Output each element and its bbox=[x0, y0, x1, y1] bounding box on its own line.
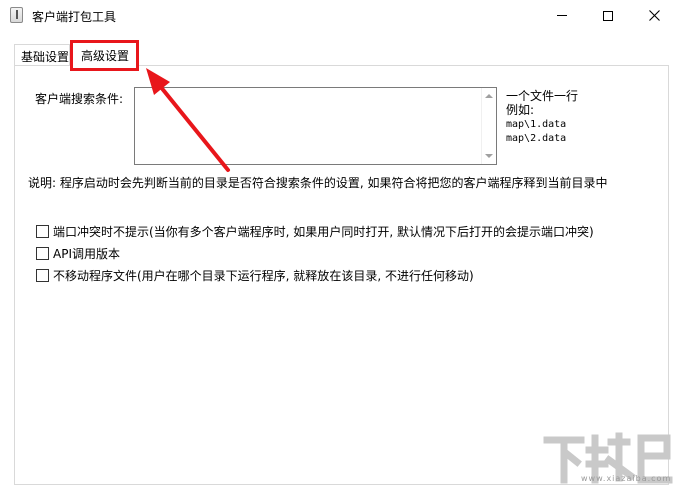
checkbox[interactable] bbox=[36, 224, 49, 238]
close-icon bbox=[648, 10, 660, 21]
textarea-scrollbar[interactable] bbox=[481, 88, 496, 164]
close-button[interactable] bbox=[631, 0, 677, 31]
option-api-version[interactable]: API调用版本 bbox=[36, 245, 120, 261]
tab-basic-settings-label: 基础设置 bbox=[21, 50, 70, 64]
watermark-url: www.xiazaiba.com bbox=[581, 474, 672, 483]
minimize-icon bbox=[557, 15, 567, 16]
hint-example-path-1: map\1.data bbox=[506, 119, 567, 130]
option-do-not-move-files[interactable]: 不移动程序文件(用户在哪个目录下运行程序, 就释放在该目录, 不进行任何移动) bbox=[36, 267, 474, 283]
title-bar: 客户端打包工具 bbox=[0, 0, 677, 31]
maximize-button[interactable] bbox=[585, 0, 631, 31]
minimize-button[interactable] bbox=[539, 0, 585, 31]
scroll-up-icon[interactable] bbox=[485, 94, 493, 98]
hint-example-label: 例如: bbox=[506, 103, 535, 117]
option-label: 端口冲突时不提示(当你有多个客户端程序时, 如果用户同时打开, 默认情况下后打开… bbox=[53, 224, 594, 239]
option-no-port-conflict-prompt[interactable]: 端口冲突时不提示(当你有多个客户端程序时, 如果用户同时打开, 默认情况下后打开… bbox=[36, 223, 594, 239]
checkbox[interactable] bbox=[36, 246, 49, 260]
option-label: 不移动程序文件(用户在哪个目录下运行程序, 就释放在该目录, 不进行任何移动) bbox=[53, 268, 474, 283]
tab-advanced-settings[interactable]: 高级设置 bbox=[70, 40, 139, 71]
checkbox[interactable] bbox=[36, 268, 49, 282]
description-text: 说明: 程序启动时会先判断当前的目录是否符合搜索条件的设置, 如果符合将把您的客… bbox=[28, 176, 608, 190]
search-condition-label: 客户端搜索条件: bbox=[35, 92, 124, 106]
window-title: 客户端打包工具 bbox=[32, 10, 117, 24]
scroll-down-icon[interactable] bbox=[485, 154, 493, 158]
tab-basic-settings[interactable]: 基础设置 bbox=[14, 44, 70, 66]
tab-advanced-settings-label: 高级设置 bbox=[81, 49, 130, 63]
maximize-icon bbox=[603, 10, 613, 21]
option-label: API调用版本 bbox=[53, 246, 120, 261]
hint-example-path-2: map\2.data bbox=[506, 133, 567, 144]
search-condition-textarea[interactable] bbox=[134, 87, 497, 165]
app-icon bbox=[10, 7, 23, 23]
